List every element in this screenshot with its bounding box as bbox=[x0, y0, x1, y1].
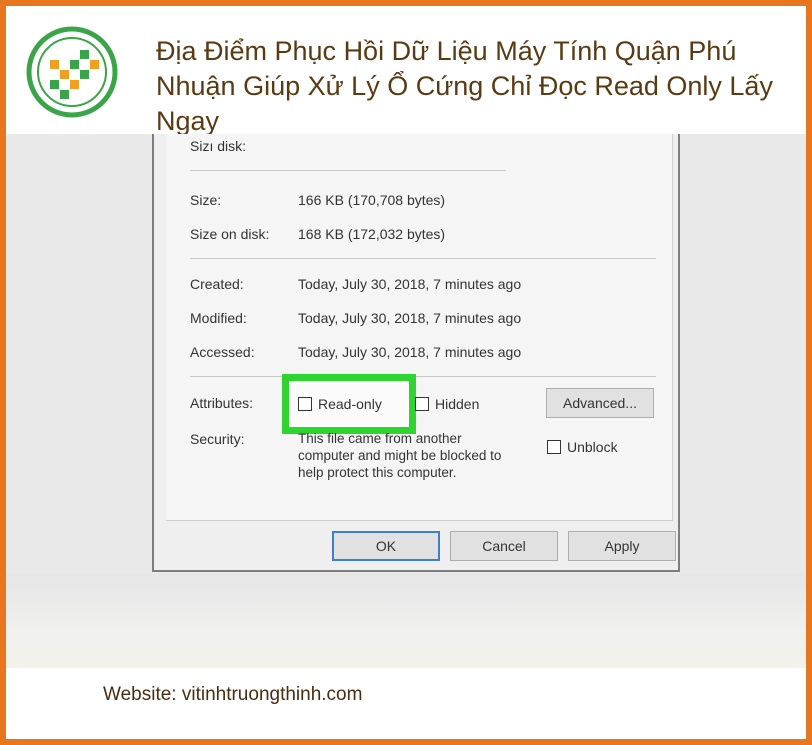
modified-value: Today, July 30, 2018, 7 minutes ago bbox=[298, 310, 522, 326]
created-value: Today, July 30, 2018, 7 minutes ago bbox=[298, 276, 522, 292]
divider bbox=[190, 376, 656, 377]
size-value: 166 KB (170,708 bytes) bbox=[298, 192, 446, 208]
page-title: Địa Điểm Phục Hồi Dữ Liệu Máy Tính Quận … bbox=[156, 36, 773, 136]
size-label: Size: bbox=[190, 192, 222, 208]
apply-button[interactable]: Apply bbox=[568, 531, 676, 561]
ok-button[interactable]: OK bbox=[332, 531, 440, 561]
size-on-disk-value: 168 KB (172,032 bytes) bbox=[298, 226, 446, 242]
size-on-disk-label-top: Sizı disk: bbox=[190, 138, 247, 154]
accessed-value: Today, July 30, 2018, 7 minutes ago bbox=[298, 344, 522, 360]
divider bbox=[190, 258, 656, 259]
website-footer: Website: vitinhtruongthinh.com bbox=[103, 684, 363, 705]
unblock-label[interactable]: Unblock bbox=[567, 439, 618, 455]
created-label: Created: bbox=[190, 276, 244, 292]
advanced-button[interactable]: Advanced... bbox=[546, 388, 654, 418]
security-text: This file came from another bbox=[298, 431, 462, 446]
divider bbox=[190, 170, 506, 171]
blurred-background bbox=[6, 574, 806, 668]
attributes-label: Attributes: bbox=[190, 395, 254, 411]
unblock-checkbox[interactable] bbox=[547, 440, 561, 454]
modified-label: Modified: bbox=[190, 310, 247, 326]
header: Địa Điểm Phục Hồi Dữ Liệu Máy Tính Quận … bbox=[6, 6, 806, 136]
size-on-disk-label: Size on disk: bbox=[190, 226, 270, 242]
accessed-label: Accessed: bbox=[190, 344, 255, 360]
screenshot-area: Sizı disk: Size: 166 KB (170,708 bytes) … bbox=[6, 134, 806, 668]
readonly-label[interactable]: Read-only bbox=[318, 396, 382, 412]
pixel-arrow-logo-icon bbox=[26, 26, 118, 118]
readonly-checkbox[interactable] bbox=[298, 397, 312, 411]
security-label: Security: bbox=[190, 431, 245, 447]
security-text: computer and might be blocked to bbox=[298, 448, 502, 463]
hidden-checkbox[interactable] bbox=[415, 397, 429, 411]
hidden-label[interactable]: Hidden bbox=[435, 396, 479, 412]
file-properties-dialog: Sizı disk: Size: 166 KB (170,708 bytes) … bbox=[152, 134, 680, 572]
general-tab-panel: Sizı disk: Size: 166 KB (170,708 bytes) … bbox=[166, 134, 673, 521]
cancel-button[interactable]: Cancel bbox=[450, 531, 558, 561]
security-text: help protect this computer. bbox=[298, 465, 457, 480]
